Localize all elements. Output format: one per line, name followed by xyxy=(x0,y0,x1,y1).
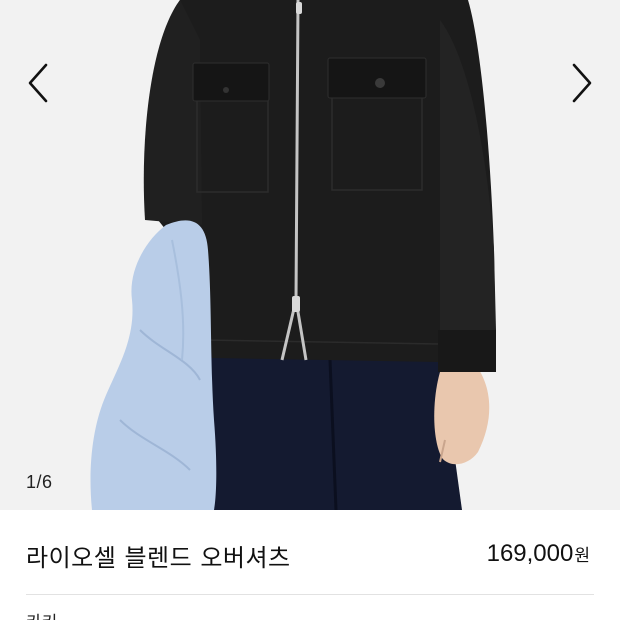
image-counter: 1/6 xyxy=(26,472,53,492)
next-image-button[interactable] xyxy=(562,58,602,108)
chevron-right-icon xyxy=(572,63,592,103)
previous-image-button[interactable] xyxy=(18,58,58,108)
divider xyxy=(26,594,594,595)
product-image-gallery[interactable]: 1/6 xyxy=(0,0,620,510)
product-price: 169,000 원 xyxy=(487,540,590,568)
product-info: 라이오셀 블렌드 오버셔츠 169,000 원 카키 xyxy=(0,510,620,620)
price-currency: 원 xyxy=(574,546,590,566)
product-title: 라이오셀 블렌드 오버셔츠 xyxy=(26,544,291,572)
product-photo xyxy=(0,0,620,510)
product-color: 카키 xyxy=(26,608,57,620)
chevron-left-icon xyxy=(28,63,48,103)
price-value: 169,000 xyxy=(486,540,574,567)
